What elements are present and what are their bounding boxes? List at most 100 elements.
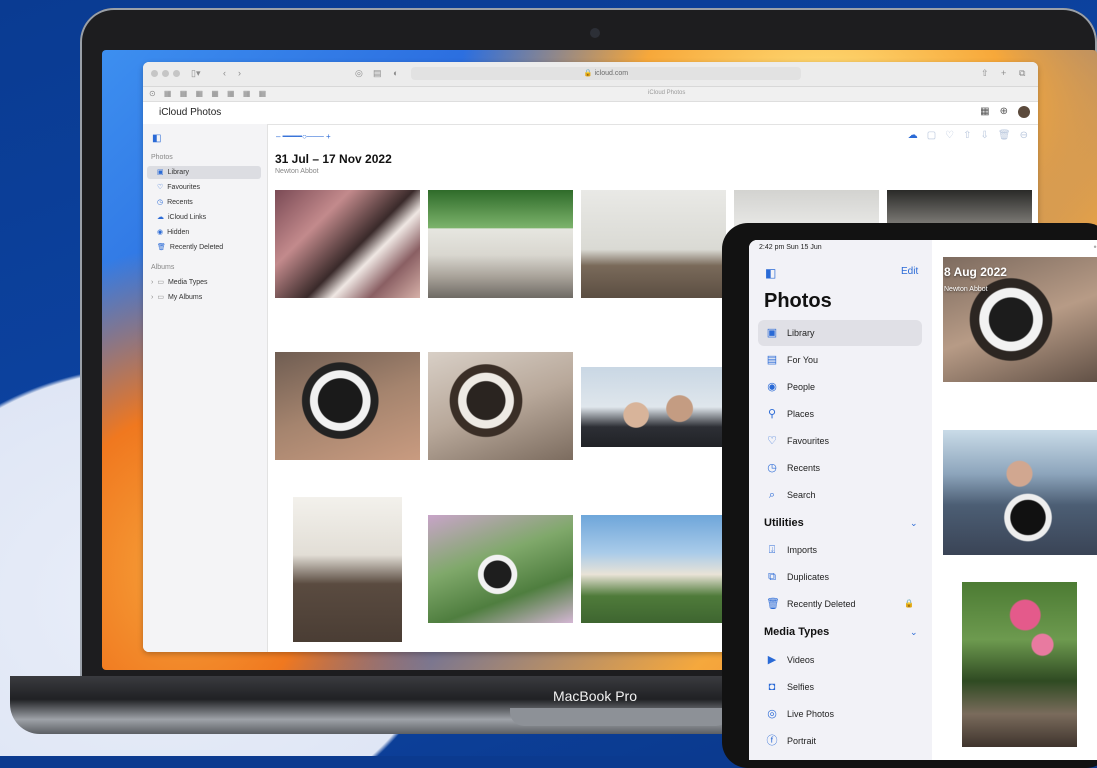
macbook-brand-label: MacBook Pro [552, 688, 638, 704]
media-types-heading[interactable]: Media Types [764, 626, 829, 638]
photo-thumbnail[interactable] [581, 515, 726, 623]
edit-button[interactable]: Edit [901, 266, 918, 277]
address-bar[interactable]: 🔒 icloud.com [411, 67, 801, 80]
photo-thumbnail[interactable] [943, 430, 1097, 555]
person-icon: ◉ [767, 381, 777, 393]
safari-toolbar: ▯▾ ‹ › ◎ ▤ ◐ 🔒 icloud.com ⇧ + ⧉ [143, 62, 1038, 87]
sidebar-item-portrait[interactable]: ⓕ Portrait [758, 728, 922, 754]
photo-thumbnail[interactable] [581, 367, 726, 447]
import-icon: ⍗ [768, 544, 776, 556]
add-to-album-icon[interactable]: ▢ [927, 130, 936, 141]
photo-thumbnail[interactable] [275, 190, 420, 298]
download-icon[interactable]: ⇩ [981, 130, 989, 141]
icloud-header: iCloud Photos ▦ ⊕ [143, 102, 1038, 125]
photo-library-icon: ▣ [766, 327, 778, 339]
photo-thumbnail[interactable] [428, 515, 573, 623]
shield-icon[interactable]: ◐ [393, 68, 398, 78]
share-icon[interactable]: ⇧ [963, 130, 971, 141]
close-window-button[interactable] [151, 70, 158, 77]
sidebar-item-recently-deleted[interactable]: 🗑 Recently Deleted [147, 241, 261, 254]
delete-icon[interactable]: 🗑 [998, 130, 1011, 141]
date-range-title: 31 Jul – 17 Nov 2022 [275, 152, 392, 166]
favorites-bar: ⊙ ▦ ▦ ▦ ▦ ▦ ▦ ▦ iCloud Photos [143, 87, 1038, 102]
sidebar-item-duplicates[interactable]: ⧉ Duplicates [758, 564, 922, 590]
sidebar-item-for-you[interactable]: ▤ For You [758, 347, 922, 373]
add-icon[interactable]: ⊕ [1000, 106, 1008, 118]
folder-icon: ▭ [157, 294, 164, 301]
sidebar-item-imports[interactable]: ⍗ Imports [758, 537, 922, 563]
favorites-icons[interactable]: ⊙ ▦ ▦ ▦ ▦ ▦ ▦ ▦ [149, 89, 269, 98]
sidebar-toggle-icon[interactable]: ◧ [765, 266, 776, 280]
sidebar-toggle-icon[interactable]: ◧ [152, 133, 161, 144]
tab-title[interactable]: iCloud Photos [648, 90, 685, 96]
sidebar-item-library[interactable]: ▣ Library [147, 166, 261, 179]
trash-icon: 🗑 [766, 598, 780, 610]
sidebar-item-live-photos[interactable]: ◎ Live Photos [758, 701, 922, 727]
app-title[interactable]: iCloud Photos [159, 107, 221, 118]
sidebar-item-favourites[interactable]: ♡ Favourites [147, 181, 261, 194]
photo-thumbnail[interactable] [293, 497, 402, 642]
sidebar-section-photos: Photos [151, 154, 173, 161]
sidebar-item-my-albums[interactable]: › ▭ My Albums [147, 291, 261, 304]
photo-thumbnail[interactable] [962, 582, 1077, 747]
folder-icon: ▭ [157, 279, 164, 286]
sidebar-item-places[interactable]: ⚲ Places [758, 401, 922, 427]
sidebar-item-library[interactable]: ▣ Library [758, 320, 922, 346]
sidebar-toggle-icon[interactable]: ▯▾ [191, 68, 200, 79]
upload-icon[interactable]: ☁ [908, 130, 918, 141]
sidebar-item-recently-deleted[interactable]: 🗑 Recently Deleted 🔒 [758, 591, 922, 617]
sidebar-item-search[interactable]: ⌕ Search [758, 482, 922, 508]
more-icon[interactable]: ••• [1094, 242, 1097, 252]
heart-icon: ♡ [767, 435, 777, 447]
video-icon: ▶ [767, 654, 777, 666]
zoom-window-button[interactable] [173, 70, 180, 77]
sidebar-item-icloud-links[interactable]: ☁ iCloud Links [147, 211, 261, 224]
chevron-down-icon[interactable]: ⌄ [910, 518, 918, 529]
pin-icon: ⚲ [767, 408, 777, 420]
utilities-heading[interactable]: Utilities [764, 517, 804, 529]
photo-thumbnail[interactable] [428, 190, 573, 298]
photo-library-icon: ▣ [157, 169, 164, 176]
reader-icon[interactable]: ▤ [373, 68, 382, 79]
window-controls[interactable] [151, 70, 180, 77]
app-grid-icon[interactable]: ▦ [980, 106, 989, 118]
sidebar-item-hidden[interactable]: ◉ Hidden [147, 226, 261, 239]
sidebar-item-favourites[interactable]: ♡ Favourites [758, 428, 922, 454]
trash-icon: 🗑 [157, 244, 166, 251]
photo-thumbnail[interactable] [428, 352, 573, 460]
new-tab-icon[interactable]: + [1001, 68, 1006, 78]
clock-icon: ◷ [767, 462, 777, 474]
privacy-icon[interactable]: ◎ [355, 68, 363, 79]
sidebar-item-selfies[interactable]: ◘ Selfies [758, 674, 922, 700]
sidebar-item-recents[interactable]: ◷ Recents [758, 455, 922, 481]
back-icon[interactable]: ‹ [223, 68, 226, 78]
sidebar-item-media-types[interactable]: › ▭ Media Types [147, 276, 261, 289]
minimize-window-button[interactable] [162, 70, 169, 77]
chevron-right-icon: › [151, 279, 154, 286]
clock-icon: ◷ [157, 199, 164, 206]
selfie-icon: ◘ [768, 681, 776, 693]
share-icon[interactable]: ⇧ [981, 68, 989, 79]
more-icon[interactable]: ⊖ [1020, 130, 1028, 141]
lock-icon: 🔒 [904, 599, 914, 608]
photo-thumbnail[interactable] [275, 352, 420, 460]
tab-overview-icon[interactable]: ⧉ [1019, 68, 1025, 79]
duplicates-icon: ⧉ [768, 571, 776, 583]
ipad-screen: 2:42 pm Sun 15 Jun ◧ Edit Photos ▣ Librar… [749, 240, 1097, 760]
macbook-notch [510, 708, 730, 726]
heart-icon: ♡ [157, 184, 164, 191]
chevron-down-icon[interactable]: ⌄ [910, 627, 918, 638]
zoom-slider[interactable]: – ━━━━○─── + [276, 132, 331, 141]
favourite-icon[interactable]: ♡ [945, 130, 954, 141]
forward-icon[interactable]: › [238, 68, 241, 78]
chevron-right-icon: › [151, 294, 154, 301]
sidebar-item-recents[interactable]: ◷ Recents [147, 196, 261, 209]
portrait-icon: ⓕ [766, 735, 778, 747]
sidebar-item-people[interactable]: ◉ People [758, 374, 922, 400]
sidebar-section-albums: Albums [151, 264, 175, 271]
status-time: 2:42 pm Sun 15 Jun [759, 244, 822, 251]
ipad-sidebar: 2:42 pm Sun 15 Jun ◧ Edit Photos ▣ Librar… [749, 240, 933, 760]
sidebar-item-videos[interactable]: ▶ Videos [758, 647, 922, 673]
avatar[interactable] [1018, 106, 1030, 118]
photo-thumbnail[interactable] [581, 190, 726, 298]
